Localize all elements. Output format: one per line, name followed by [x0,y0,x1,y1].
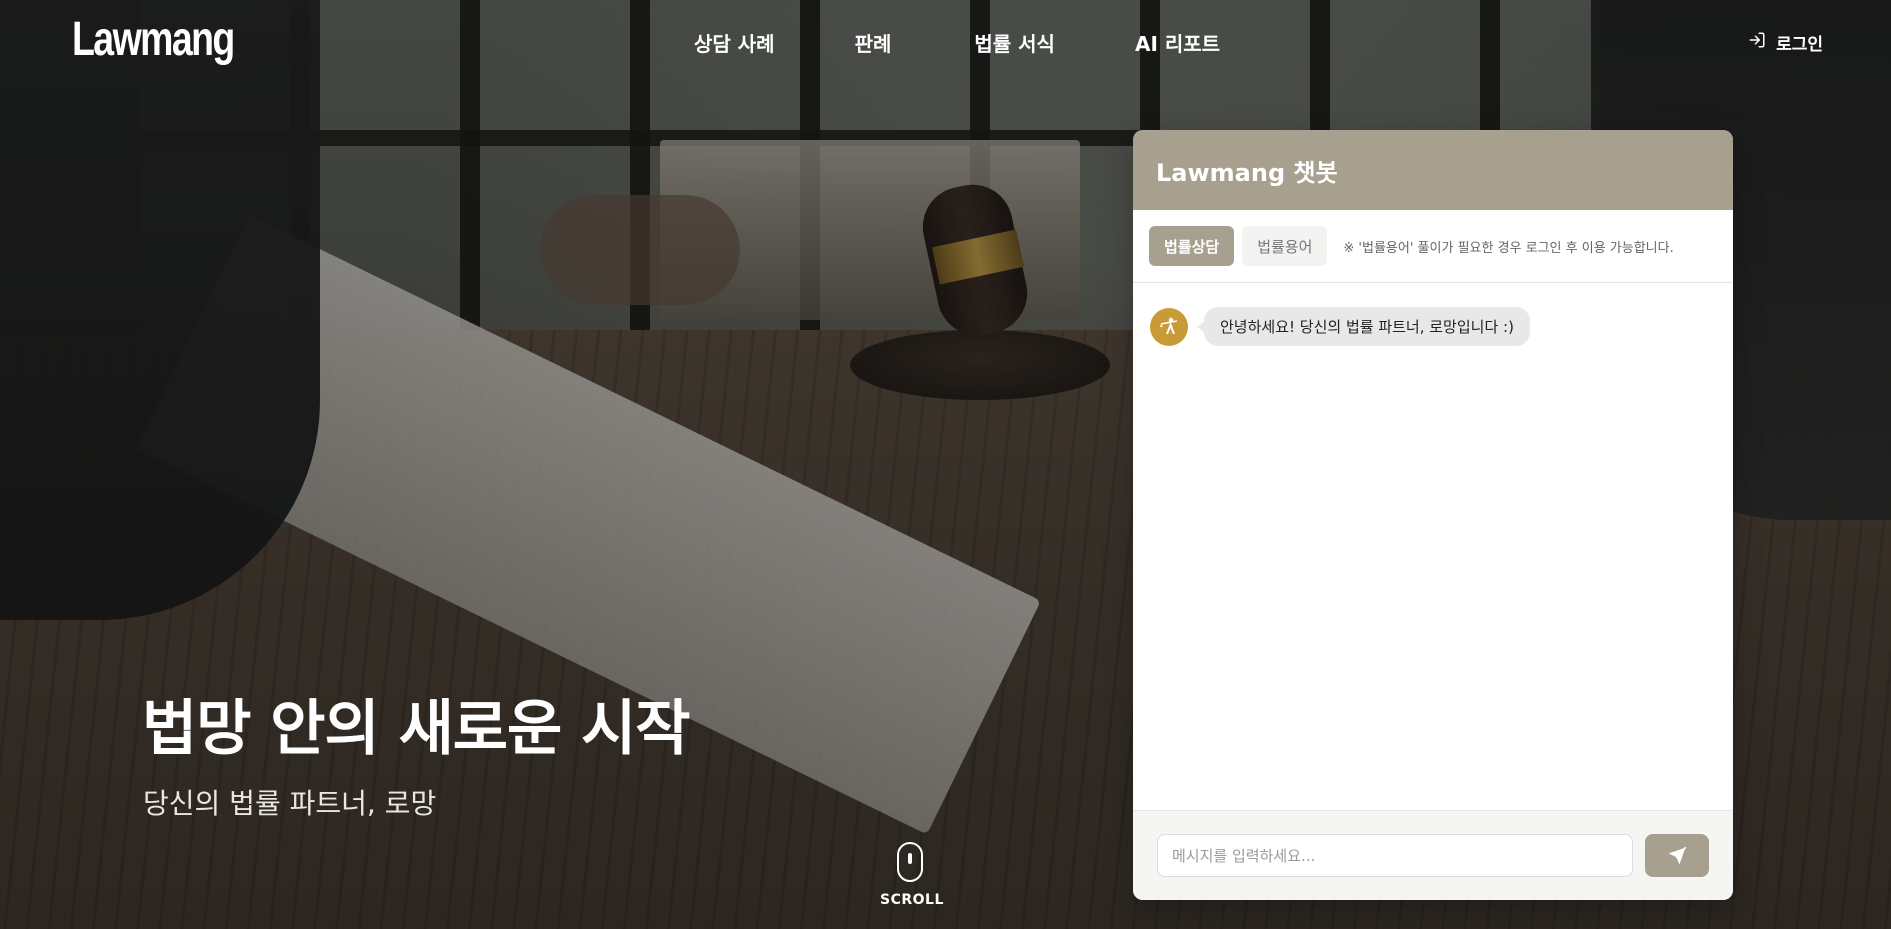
tab-legal-consultation[interactable]: 법률상담 [1149,226,1235,266]
hero-title: 법망 안의 새로운 시작 [142,694,690,764]
bot-message: 안녕하세요! 당신의 법률 파트너, 로망입니다 :) [1150,307,1716,346]
chatbot-title: Lawmang 챗봇 [1156,158,1338,187]
hero-subtitle: 당신의 법률 파트너, 로망 [143,787,437,820]
site-header: Lawmang 상담 사례 판례 법률 서식 AI 리포트 로그인 [0,0,1891,84]
nav-item-legal-forms[interactable]: 법률 서식 [974,28,1055,57]
nav-item-consultation-cases[interactable]: 상담 사례 [694,28,775,57]
chatbot-tabs: 법률상담 법률용어 ※ '법률용어' 풀이가 필요한 경우 로그인 후 이용 가… [1133,210,1733,283]
bot-avatar [1150,307,1188,346]
login-button[interactable]: 로그인 [1748,30,1823,55]
tab-legal-terms[interactable]: 법률용어 [1242,226,1328,266]
send-icon [1668,846,1687,864]
login-label: 로그인 [1776,35,1823,55]
chat-input-bar [1133,810,1733,900]
tab-login-notice: ※ '법률용어' 풀이가 필요한 경우 로그인 후 이용 가능합니다. [1343,240,1674,256]
login-icon [1748,31,1766,54]
nav-item-ai-report[interactable]: AI 리포트 [1135,28,1220,57]
mouse-icon [897,842,923,882]
scroll-indicator[interactable]: SCROLL [880,842,944,908]
chatbot-header: Lawmang 챗봇 [1133,130,1733,210]
chatbot-panel: Lawmang 챗봇 법률상담 법률용어 ※ '법률용어' 풀이가 필요한 경우… [1133,130,1733,900]
site-logo[interactable]: Lawmang [72,12,235,67]
message-bubble: 안녕하세요! 당신의 법률 파트너, 로망입니다 :) [1197,307,1530,346]
main-nav: 상담 사례 판례 법률 서식 AI 리포트 [694,28,1220,57]
chat-messages: 안녕하세요! 당신의 법률 파트너, 로망입니다 :) [1133,283,1733,810]
scroll-label: SCROLL [880,892,944,908]
send-button[interactable] [1645,834,1709,877]
message-input[interactable] [1157,834,1633,877]
nav-item-precedents[interactable]: 판례 [855,28,892,57]
lady-justice-icon [1160,317,1178,334]
